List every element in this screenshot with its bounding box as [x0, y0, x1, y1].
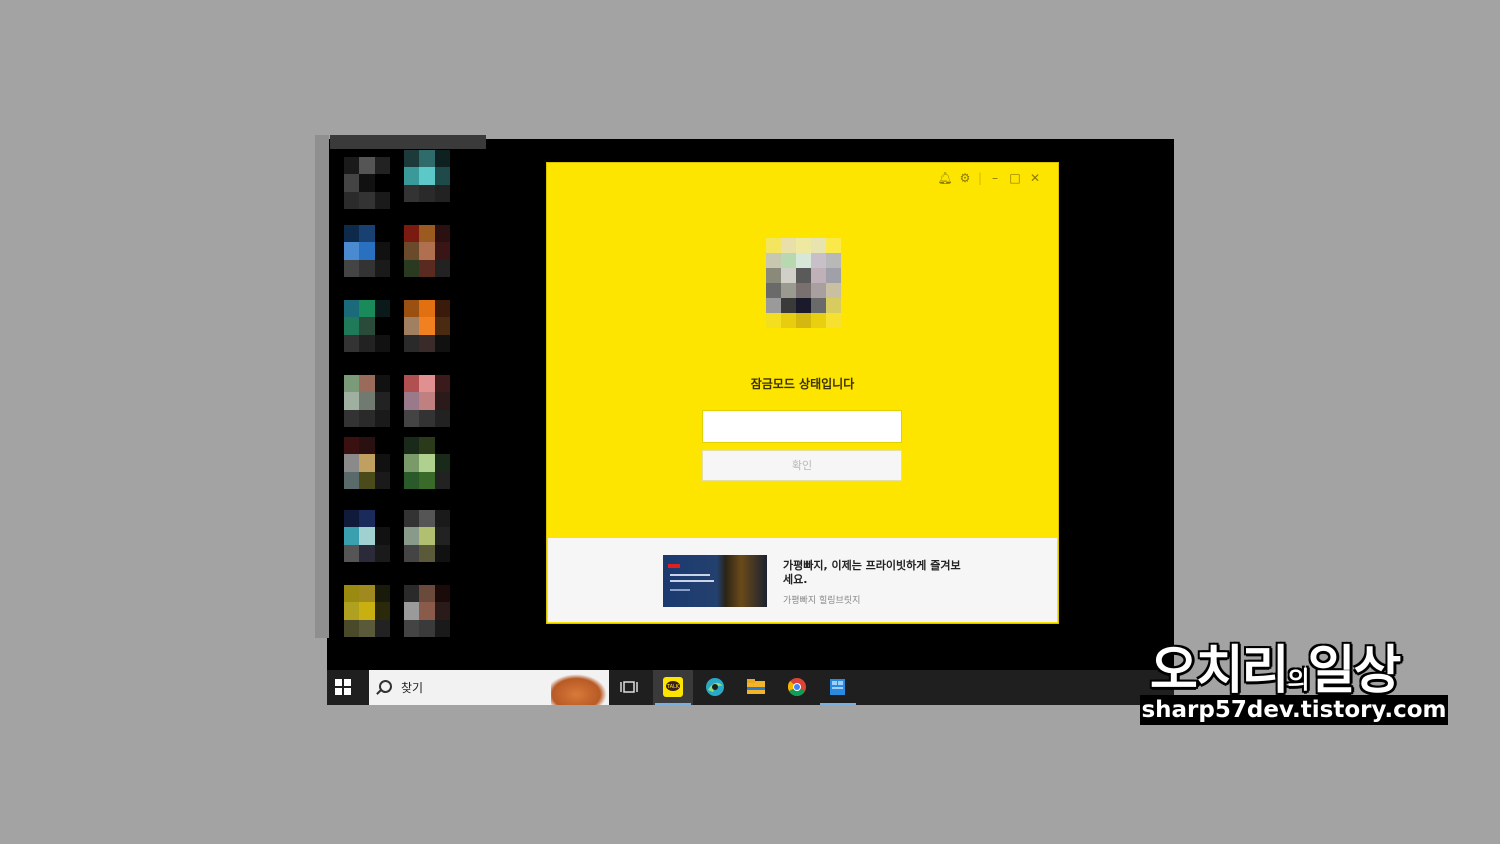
chrome-icon[interactable] — [777, 670, 817, 705]
desktop-icon[interactable] — [404, 300, 450, 352]
desktop-edge — [315, 135, 329, 638]
desktop-icon[interactable] — [344, 585, 390, 637]
desktop-icon[interactable] — [404, 585, 450, 637]
watermark-title-a: 오치리 — [1150, 641, 1290, 701]
ad-badge — [668, 564, 680, 568]
desktop-icon[interactable] — [404, 375, 450, 427]
settings-gear-icon[interactable]: ⚙ — [955, 171, 975, 185]
divider: | — [977, 171, 983, 185]
desktop-icon[interactable] — [404, 150, 450, 202]
desktop-icon[interactable] — [344, 225, 390, 277]
window-controls: 🔔︎ ⚙ | – □ ✕ — [935, 169, 1045, 187]
windows-start-icon[interactable] — [335, 679, 351, 695]
maximize-icon[interactable]: □ — [1005, 171, 1025, 185]
watermark-title: 오치리의일상 — [1150, 628, 1402, 703]
task-view-icon[interactable] — [610, 670, 650, 705]
ad-thumbnail[interactable] — [663, 555, 767, 607]
profile-avatar — [766, 238, 841, 328]
taskbar: 찾기 TALK — [327, 670, 1174, 705]
desktop-icon[interactable] — [404, 510, 450, 562]
app-icon[interactable] — [818, 670, 858, 705]
minimize-icon[interactable]: – — [985, 171, 1005, 185]
thumb-text-line — [670, 574, 710, 576]
kakaotalk-window: 🔔︎ ⚙ | – □ ✕ 잠금모드 상태입니다 확인 가평빠지, 이제는 프라이… — [547, 163, 1058, 623]
desktop-icon[interactable] — [344, 437, 390, 489]
desktop-icon[interactable] — [404, 437, 450, 489]
desktop-icon[interactable] — [344, 157, 390, 209]
search-label: 찾기 — [401, 681, 424, 695]
desktop-icon[interactable] — [344, 300, 390, 352]
thumb-text-line — [670, 589, 690, 591]
close-icon[interactable]: ✕ — [1025, 171, 1045, 185]
ad-headline[interactable]: 가평빠지, 이제는 프라이빗하게 즐겨보세요. — [783, 559, 963, 587]
edge-icon[interactable] — [695, 670, 735, 705]
desktop-icon[interactable] — [344, 510, 390, 562]
desktop-icon[interactable] — [344, 375, 390, 427]
watermark-title-c: 일상 — [1307, 641, 1402, 701]
confirm-button[interactable]: 확인 — [702, 450, 902, 481]
file-explorer-icon[interactable] — [736, 670, 776, 705]
svg-text:TALK: TALK — [666, 684, 680, 690]
taskbar-search-box[interactable]: 찾기 — [369, 670, 609, 705]
thumb-text-line — [670, 580, 714, 582]
desktop-icon[interactable] — [404, 225, 450, 277]
lock-mode-title: 잠금모드 상태입니다 — [750, 377, 855, 391]
mascot-image — [551, 674, 607, 705]
kakaotalk-icon[interactable]: TALK — [653, 670, 693, 705]
bell-icon[interactable]: 🔔︎ — [935, 171, 955, 185]
ad-advertiser: 가평빠지 힐링브릿지 — [783, 596, 861, 606]
ad-banner[interactable]: 가평빠지, 이제는 프라이빗하게 즐겨보세요. 가평빠지 힐링브릿지 — [548, 538, 1057, 622]
watermark-title-b: 의 — [1287, 666, 1310, 694]
desktop-top-bar — [330, 135, 486, 149]
watermark-url: sharp57dev.tistory.com — [1140, 695, 1448, 725]
search-icon — [379, 680, 392, 693]
password-input[interactable] — [702, 410, 902, 443]
